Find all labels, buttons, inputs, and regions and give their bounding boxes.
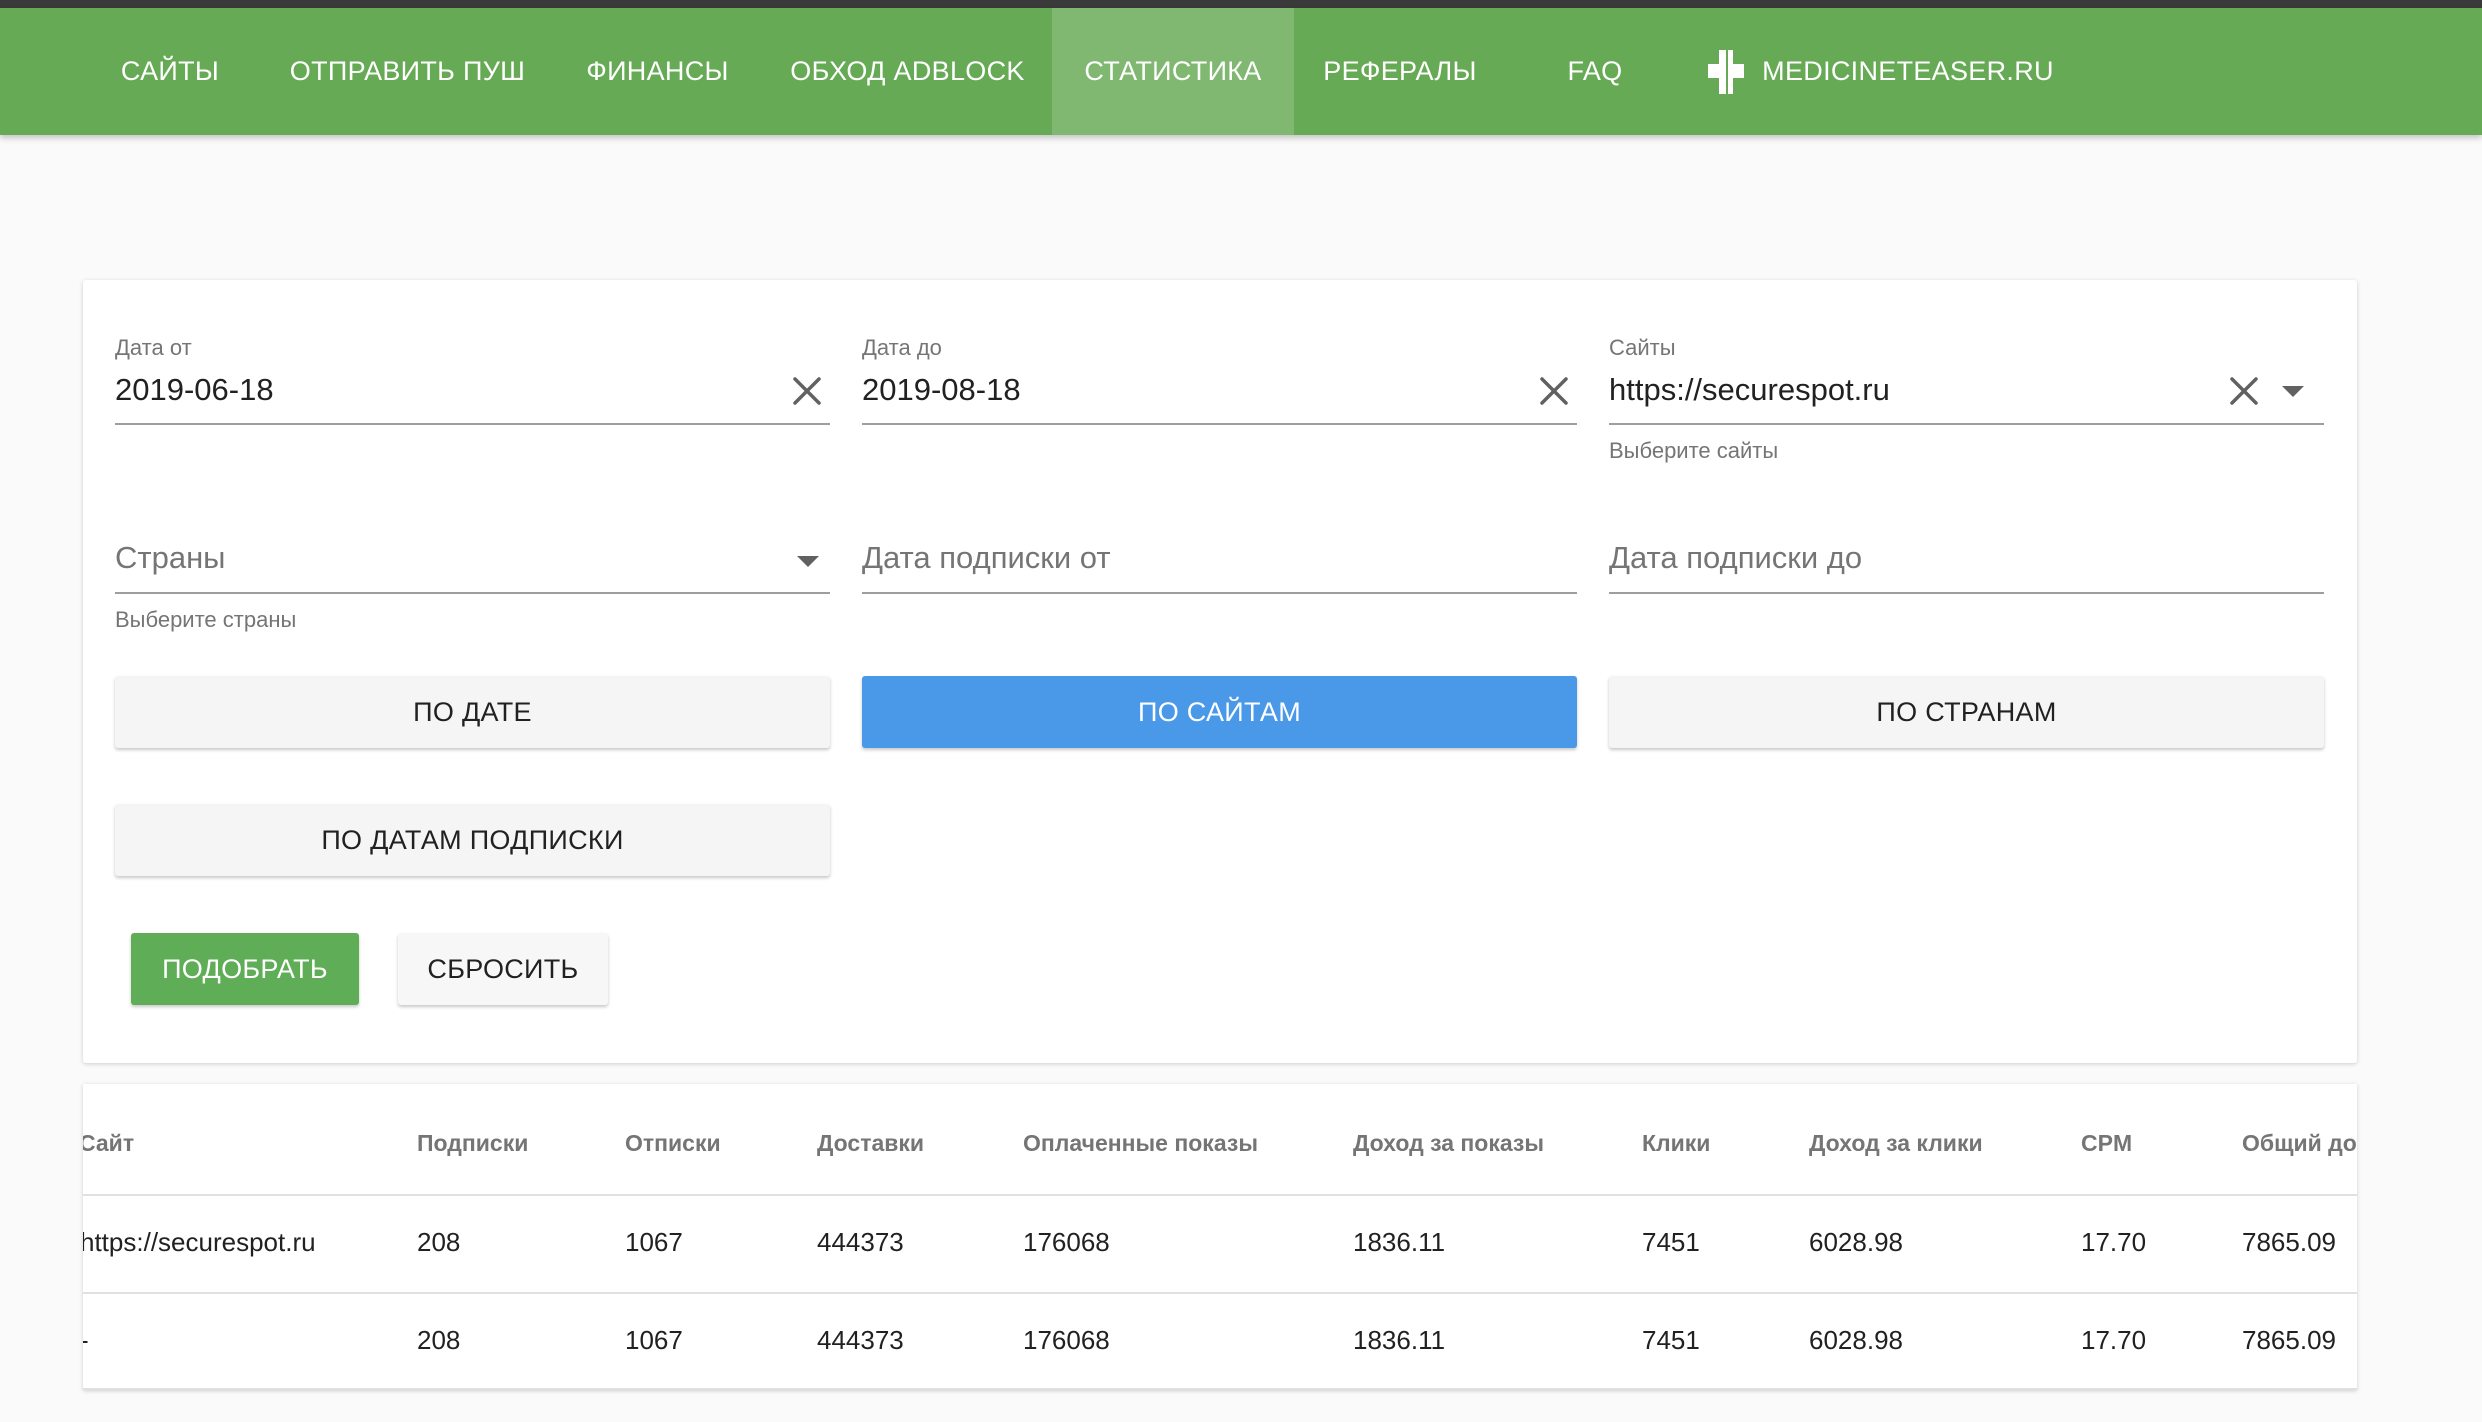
group-by-countries-button[interactable]: ПО СТРАНАМ <box>1609 676 2324 748</box>
column-header-total-income[interactable]: Общий до: <box>2242 1130 2357 1157</box>
nav-item-referrals[interactable]: РЕФЕРАЛЫ <box>1310 8 1490 135</box>
column-header-site[interactable]: Сайт <box>83 1130 134 1157</box>
date-from-field[interactable]: Дата от 2019-06-18 <box>115 280 830 430</box>
table-cell-total-income: 7865.09 <box>2242 1325 2336 1355</box>
sites-clear-icon[interactable] <box>2227 374 2261 408</box>
nav-item-statistics[interactable]: СТАТИСТИКА <box>1052 8 1294 135</box>
column-header-clicks[interactable]: Клики <box>1642 1130 1710 1157</box>
subscription-date-to-underline <box>1609 592 2324 594</box>
nav-item-sites[interactable]: САЙТЫ <box>100 8 240 135</box>
statistics-table: Сайт Подписки Отписки Доставки Оплаченны… <box>83 1084 2357 1390</box>
filters-card: Дата от 2019-06-18 Дата до 2019-08-18 Са… <box>83 280 2357 1063</box>
date-to-clear-icon[interactable] <box>1537 374 1571 408</box>
date-from-value[interactable]: 2019-06-18 <box>115 372 274 408</box>
column-header-deliveries[interactable]: Доставки <box>817 1130 924 1157</box>
apply-button[interactable]: ПОДОБРАТЬ <box>131 933 359 1005</box>
nav-item-finance[interactable]: ФИНАНСЫ <box>575 8 740 135</box>
countries-select[interactable]: Страны Выберите страны <box>115 450 830 650</box>
nav-item-adblock-bypass[interactable]: ОБХОД ADBLOCK <box>775 8 1040 135</box>
countries-underline <box>115 592 830 594</box>
column-header-clicks-income[interactable]: Доход за клики <box>1809 1130 1983 1157</box>
table-cell-deliveries: 444373 <box>817 1227 904 1257</box>
sites-underline <box>1609 423 2324 425</box>
top-strip <box>0 0 2482 8</box>
group-by-sites-button[interactable]: ПО САЙТАМ <box>862 676 1577 748</box>
table-cell-paid-impressions: 176068 <box>1023 1325 1110 1355</box>
table-cell-cpm: 17.70 <box>2081 1325 2147 1355</box>
table-cell-cpm: 17.70 <box>2081 1227 2147 1257</box>
table-cell-subscriptions: 208 <box>417 1325 461 1355</box>
table-cell-site: https://securespot.ru <box>83 1227 316 1257</box>
sites-chevron-down-icon[interactable] <box>2282 386 2304 397</box>
reset-button[interactable]: СБРОСИТЬ <box>398 933 608 1005</box>
countries-chevron-down-icon[interactable] <box>797 556 819 567</box>
sites-value[interactable]: https://securespot.ru <box>1609 372 1890 408</box>
subscription-date-from-placeholder[interactable]: Дата подписки от <box>862 540 1111 576</box>
sites-label: Сайты <box>1609 335 1676 360</box>
table-cell-paid-impressions: 176068 <box>1023 1227 1110 1257</box>
table-cell-impressions-income: 1836.11 <box>1353 1227 1446 1257</box>
nav-item-medicineteaser-label: MEDICINETEASER.RU <box>1762 56 2054 86</box>
column-header-cpm[interactable]: CPM <box>2081 1130 2132 1157</box>
nav-item-send-push[interactable]: ОТПРАВИТЬ ПУШ <box>270 8 545 135</box>
table-cell-clicks-income: 6028.98 <box>1809 1227 1903 1257</box>
table-cell-total-income: 7865.09 <box>2242 1227 2336 1257</box>
column-header-impressions-income[interactable]: Доход за показы <box>1353 1130 1544 1157</box>
row-divider <box>83 1292 2357 1294</box>
subscription-date-from-field[interactable]: Дата подписки от <box>862 450 1577 600</box>
subscription-date-from-underline <box>862 592 1577 594</box>
date-from-clear-icon[interactable] <box>790 374 824 408</box>
table-cell-unsubscriptions: 1067 <box>625 1227 683 1257</box>
column-header-subscriptions[interactable]: Подписки <box>417 1130 528 1157</box>
top-navbar: САЙТЫ ОТПРАВИТЬ ПУШ ФИНАНСЫ ОБХОД ADBLOC… <box>0 8 2482 135</box>
subscription-date-to-placeholder[interactable]: Дата подписки до <box>1609 540 1862 576</box>
date-to-field[interactable]: Дата до 2019-08-18 <box>862 280 1577 430</box>
date-to-value[interactable]: 2019-08-18 <box>862 372 1021 408</box>
medical-cross-icon <box>1706 48 1746 96</box>
table-cell-subscriptions: 208 <box>417 1227 461 1257</box>
nav-item-faq[interactable]: FAQ <box>1545 8 1645 135</box>
subscription-date-to-field[interactable]: Дата подписки до <box>1609 450 2324 600</box>
group-by-subscription-dates-button[interactable]: ПО ДАТАМ ПОДПИСКИ <box>115 804 830 876</box>
table-bottom-divider <box>83 1388 2357 1390</box>
header-divider <box>83 1194 2357 1196</box>
column-header-paid-impressions[interactable]: Оплаченные показы <box>1023 1130 1258 1157</box>
table-cell-clicks-income: 6028.98 <box>1809 1325 1903 1355</box>
table-cell-unsubscriptions: 1067 <box>625 1325 683 1355</box>
column-header-unsubscriptions[interactable]: Отписки <box>625 1130 721 1157</box>
date-from-label: Дата от <box>115 335 192 360</box>
table-cell-site: - <box>83 1325 89 1356</box>
countries-hint: Выберите страны <box>115 607 297 632</box>
date-to-underline <box>862 423 1577 425</box>
group-by-date-button[interactable]: ПО ДАТЕ <box>115 676 830 748</box>
date-to-label: Дата до <box>862 335 942 360</box>
countries-placeholder[interactable]: Страны <box>115 540 225 576</box>
table-cell-impressions-income: 1836.11 <box>1353 1325 1446 1355</box>
nav-item-medicineteaser[interactable]: MEDICINETEASER.RU <box>1705 8 2055 135</box>
table-cell-deliveries: 444373 <box>817 1325 904 1355</box>
table-cell-clicks: 7451 <box>1642 1227 1700 1257</box>
date-from-underline <box>115 423 830 425</box>
table-cell-clicks: 7451 <box>1642 1325 1700 1355</box>
